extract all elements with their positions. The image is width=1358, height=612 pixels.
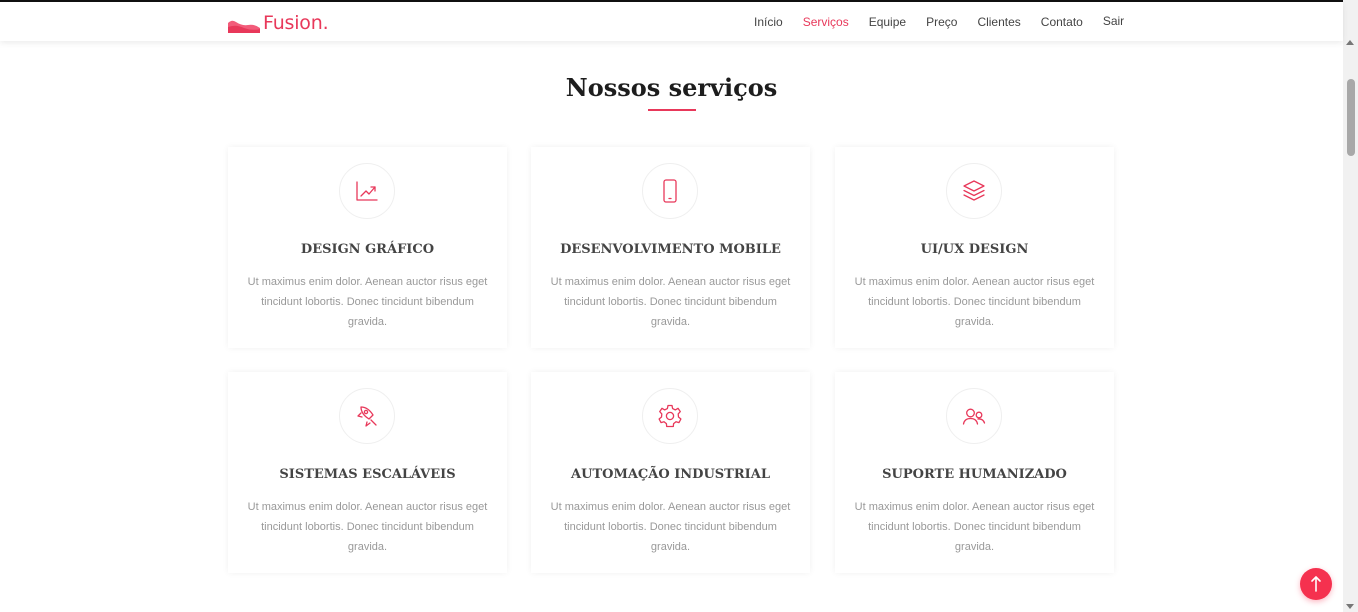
nav-item-inicio[interactable]: Início: [754, 15, 783, 29]
service-card: AUTOMAÇÃO INDUSTRIAL Ut maximus enim dol…: [531, 372, 810, 573]
nav-item-clientes[interactable]: Clientes: [977, 15, 1020, 29]
service-card: UI/UX DESIGN Ut maximus enim dolor. Aene…: [835, 147, 1114, 348]
logo-wave-icon: [228, 20, 260, 33]
nav-item-preco[interactable]: Preço: [926, 15, 957, 29]
service-card: DESIGN GRÁFICO Ut maximus enim dolor. Ae…: [228, 147, 507, 348]
service-card: SUPORTE HUMANIZADO Ut maximus enim dolor…: [835, 372, 1114, 573]
service-title: DESENVOLVIMENTO MOBILE: [560, 242, 781, 257]
scroll-up-arrow-icon[interactable]: [1346, 40, 1354, 45]
service-icon-circle: [339, 388, 395, 444]
nav-item-servicos[interactable]: Serviços: [803, 15, 849, 29]
chart-line-icon: [356, 181, 378, 201]
service-description: Ut maximus enim dolor. Aenean auctor ris…: [247, 276, 488, 328]
service-title: UI/UX DESIGN: [920, 242, 1029, 257]
rocket-icon: [357, 406, 377, 427]
service-icon-circle: [946, 163, 1002, 219]
service-description: Ut maximus enim dolor. Aenean auctor ris…: [550, 501, 791, 553]
service-icon-circle: [339, 163, 395, 219]
service-icon-circle: [642, 388, 698, 444]
service-icon-circle: [642, 163, 698, 219]
nav-item-equipe[interactable]: Equipe: [869, 15, 906, 29]
service-title: SISTEMAS ESCALÁVEIS: [279, 467, 456, 482]
section-title: Nossos serviços: [565, 73, 778, 102]
arrow-up-icon: [1311, 576, 1321, 592]
nav-item-contato[interactable]: Contato: [1041, 15, 1083, 29]
service-description: Ut maximus enim dolor. Aenean auctor ris…: [247, 501, 488, 553]
mobile-phone-icon: [663, 179, 677, 203]
logo-text: Fusion.: [263, 12, 329, 34]
service-card: SISTEMAS ESCALÁVEIS Ut maximus enim dolo…: [228, 372, 507, 573]
layers-icon: [963, 180, 985, 201]
scrollbar-thumb[interactable]: [1347, 79, 1355, 156]
service-description: Ut maximus enim dolor. Aenean auctor ris…: [854, 276, 1095, 328]
users-icon: [962, 408, 986, 425]
nav-item-sair[interactable]: Sair: [1103, 14, 1124, 28]
service-description: Ut maximus enim dolor. Aenean auctor ris…: [854, 501, 1095, 553]
scroll-down-arrow-icon[interactable]: [1346, 604, 1354, 609]
back-to-top-button[interactable]: [1300, 568, 1332, 600]
service-title: AUTOMAÇÃO INDUSTRIAL: [571, 467, 770, 482]
service-icon-circle: [946, 388, 1002, 444]
navbar: Fusion. Início Serviços Equipe Preço Cli…: [0, 2, 1343, 41]
service-description: Ut maximus enim dolor. Aenean auctor ris…: [550, 276, 791, 328]
service-title: DESIGN GRÁFICO: [300, 242, 435, 257]
service-title: SUPORTE HUMANIZADO: [882, 467, 1067, 482]
gear-icon: [658, 404, 682, 428]
page-scrollbar[interactable]: [1343, 0, 1358, 612]
service-card: DESENVOLVIMENTO MOBILE Ut maximus enim d…: [531, 147, 810, 348]
title-underline: [648, 109, 696, 111]
main-nav: Início Serviços Equipe Preço Clientes Co…: [754, 14, 1124, 29]
logo[interactable]: Fusion.: [228, 11, 329, 35]
